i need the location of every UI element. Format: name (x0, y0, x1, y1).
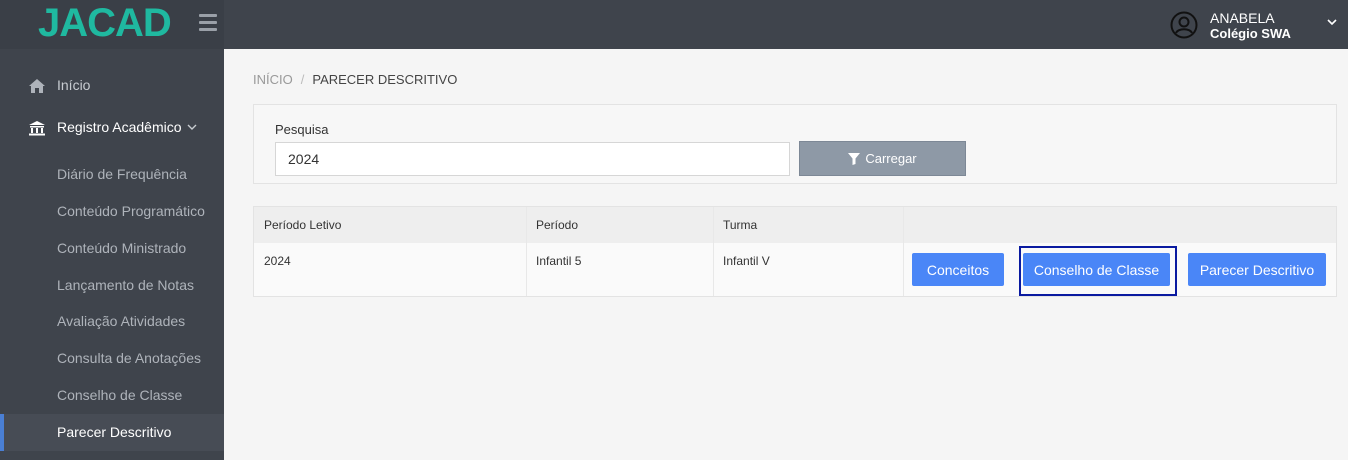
table-header: Período Letivo Período Turma (254, 207, 1336, 243)
sidebar-subitem-conteudo-ministrado[interactable]: Conteúdo Ministrado (0, 230, 224, 267)
sidebar-subitem-conteudo-programatico[interactable]: Conteúdo Programático (0, 193, 224, 230)
breadcrumb-home[interactable]: INÍCIO (253, 72, 293, 87)
user-menu[interactable]: ANABELA Colégio SWA (1163, 0, 1348, 49)
breadcrumb-current: PARECER DESCRITIVO (312, 72, 458, 87)
sidebar-subitem-label: Consulta de Anotações (57, 350, 201, 366)
sidebar: Início Registro Acadêmico Diário de Freq… (0, 49, 224, 460)
sidebar-item-label: Início (57, 77, 91, 93)
menu-toggle-icon[interactable] (199, 14, 217, 32)
sidebar-subitem-diario-frequencia[interactable]: Diário de Frequência (0, 156, 224, 193)
jacad-logo[interactable]: JACAD (38, 2, 172, 44)
institution-icon (29, 121, 45, 136)
chevron-down-icon (187, 124, 197, 130)
sidebar-subitem-avaliacao-atividades[interactable]: Avaliação Atividades (0, 303, 224, 340)
sidebar-subitem-lancamento-notas[interactable]: Lançamento de Notas (0, 267, 224, 304)
sidebar-subitem-conselho-classe[interactable]: Conselho de Classe (0, 377, 224, 414)
user-avatar-icon (1170, 11, 1198, 39)
breadcrumb: INÍCIO / PARECER DESCRITIVO (253, 72, 457, 87)
cell-periodo: Infantil 5 (536, 254, 582, 268)
user-school: Colégio SWA (1210, 26, 1291, 41)
sidebar-item-label: Registro Acadêmico (57, 119, 182, 135)
column-divider (526, 207, 527, 296)
sidebar-item-registro-academico[interactable]: Registro Acadêmico (0, 109, 224, 146)
load-button[interactable]: Carregar (799, 141, 966, 176)
conselho-de-classe-button[interactable]: Conselho de Classe (1023, 253, 1170, 286)
column-header: Turma (723, 218, 758, 232)
cell-periodo-letivo: 2024 (264, 254, 291, 268)
column-divider (903, 207, 904, 296)
column-divider (713, 207, 714, 296)
results-table: Período Letivo Período Turma 2024 Infant… (253, 206, 1337, 297)
sidebar-subitem-label: Conteúdo Programático (57, 203, 205, 219)
search-label: Pesquisa (275, 122, 329, 137)
chevron-down-icon[interactable] (1326, 16, 1338, 28)
search-panel: Pesquisa Carregar (253, 104, 1337, 184)
column-header: Período Letivo (264, 218, 342, 232)
sidebar-subitem-parecer-descritivo[interactable]: Parecer Descritivo (0, 414, 224, 451)
active-indicator (0, 414, 4, 451)
sidebar-subitem-label: Avaliação Atividades (57, 313, 186, 329)
sidebar-item-inicio[interactable]: Início (0, 67, 224, 104)
sidebar-subitem-label: Diário de Frequência (57, 166, 187, 182)
breadcrumb-separator: / (300, 72, 305, 87)
home-icon (29, 79, 45, 93)
sidebar-subitem-label: Lançamento de Notas (57, 277, 194, 293)
top-bar: JACAD ANABELA Colégio SWA (0, 0, 1348, 49)
search-input[interactable] (275, 142, 790, 176)
filter-icon (848, 152, 861, 165)
brand-area: JACAD (0, 0, 224, 49)
sidebar-subitem-label: Conteúdo Ministrado (57, 240, 187, 256)
parecer-descritivo-button[interactable]: Parecer Descritivo (1188, 253, 1326, 286)
sidebar-subitem-label: Conselho de Classe (57, 387, 183, 403)
load-button-label: Carregar (865, 151, 917, 166)
column-header: Período (536, 218, 579, 232)
conceitos-button[interactable]: Conceitos (912, 253, 1004, 286)
cell-turma: Infantil V (723, 254, 770, 268)
user-name: ANABELA (1210, 10, 1275, 26)
sidebar-subitem-consulta-anotacoes[interactable]: Consulta de Anotações (0, 340, 224, 377)
sidebar-subitem-label: Parecer Descritivo (57, 424, 172, 440)
